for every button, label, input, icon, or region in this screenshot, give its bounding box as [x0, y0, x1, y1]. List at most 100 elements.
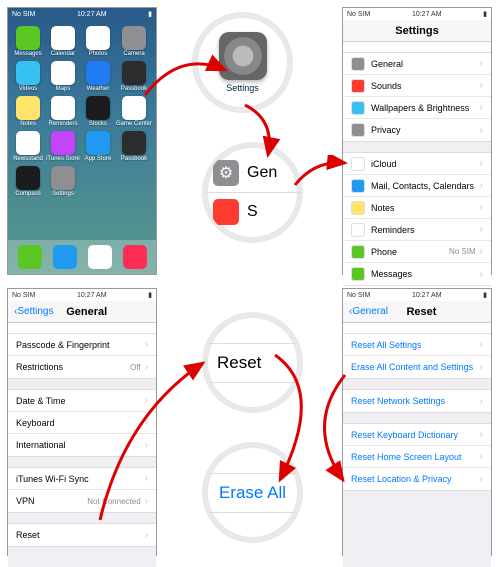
phone-settings: No SIM 10:27 AM ▮ Settings General›Sound… [342, 7, 492, 275]
row-reset-location-privacy[interactable]: Reset Location & Privacy› [343, 468, 491, 490]
app-icon [86, 61, 110, 85]
status-bar: No SIM 10:27 AM ▮ [8, 8, 156, 20]
row-notes[interactable]: Notes› [343, 197, 491, 219]
row-vpn[interactable]: VPNNot Connected› [8, 490, 156, 512]
row-label: Reset [16, 530, 145, 540]
chevron-right-icon: › [145, 440, 148, 451]
app-videos[interactable]: Videos [12, 61, 44, 92]
row-reset-network-settings[interactable]: Reset Network Settings› [343, 390, 491, 412]
general-group-2: Date & Time›Keyboard›International› [8, 389, 156, 457]
row-icloud[interactable]: iCloud› [343, 153, 491, 175]
dock-safari[interactable] [88, 245, 112, 269]
dock-mail[interactable] [53, 245, 77, 269]
app-icon [51, 166, 75, 190]
dock-phone[interactable] [18, 245, 42, 269]
app-reminders[interactable]: Reminders [46, 96, 80, 127]
settings-list: General›Sounds›Wallpapers & Brightness›P… [343, 52, 491, 286]
row-international[interactable]: International› [8, 434, 156, 456]
row-label: Messages [371, 269, 480, 279]
row-value: No SIM [449, 247, 476, 256]
row-reset-home-screen-layout[interactable]: Reset Home Screen Layout› [343, 446, 491, 468]
app-label: Passbook [121, 86, 147, 92]
app-messages[interactable]: Messages [12, 26, 44, 57]
app-calendar[interactable]: Calendar [46, 26, 80, 57]
app-compass[interactable]: Compass [12, 166, 44, 197]
row-icon [351, 267, 365, 281]
app-weather[interactable]: Weather [82, 61, 114, 92]
row-label: International [16, 440, 145, 450]
chevron-right-icon: › [480, 202, 483, 213]
settings-group-1: General›Sounds›Wallpapers & Brightness›P… [343, 52, 491, 142]
row-value: Off [130, 363, 141, 372]
app-label: Stocks [89, 121, 107, 127]
row-messages[interactable]: Messages› [343, 263, 491, 285]
row-label-partial: S [247, 203, 258, 221]
chevron-right-icon: › [480, 362, 483, 373]
row-reset-keyboard-dictionary[interactable]: Reset Keyboard Dictionary› [343, 424, 491, 446]
chevron-right-icon: › [480, 429, 483, 440]
phone-general: No SIM 10:27 AM ▮ ‹ Settings General Pas… [7, 288, 157, 556]
navbar: Settings [343, 20, 491, 42]
app-label: Reminders [48, 121, 77, 127]
app-icon [122, 96, 146, 120]
row-keyboard[interactable]: Keyboard› [8, 412, 156, 434]
dock-music[interactable] [123, 245, 147, 269]
app-notes[interactable]: Notes [12, 96, 44, 127]
status-bar: No SIM 10:27 AM ▮ [343, 289, 491, 301]
app-newsstand[interactable]: Newsstand [12, 131, 44, 162]
row-restrictions[interactable]: RestrictionsOff› [8, 356, 156, 378]
general-group-1: Passcode & Fingerprint›RestrictionsOff› [8, 333, 156, 379]
gear-icon [219, 32, 267, 80]
chevron-right-icon: › [480, 339, 483, 350]
row-general[interactable]: General› [343, 53, 491, 75]
zoom-reset-row: Reset [205, 315, 300, 410]
chevron-right-icon: › [145, 530, 148, 541]
row-mail-contacts-calendars[interactable]: Mail, Contacts, Calendars› [343, 175, 491, 197]
row-reset-all-settings[interactable]: Reset All Settings› [343, 334, 491, 356]
nav-title: Settings [349, 25, 485, 37]
app-game-center[interactable]: Game Center [116, 96, 152, 127]
app-label: Settings [52, 191, 74, 197]
zoom-general-row: ⚙ Gen S [205, 145, 300, 240]
row-reset[interactable]: Reset› [8, 524, 156, 546]
row-icon [351, 79, 365, 93]
row-sounds[interactable]: Sounds› [343, 75, 491, 97]
chevron-right-icon: › [480, 102, 483, 113]
chevron-right-icon: › [480, 125, 483, 136]
app-camera[interactable]: Camera [116, 26, 152, 57]
row-wallpapers-brightness[interactable]: Wallpapers & Brightness› [343, 97, 491, 119]
app-maps[interactable]: Maps [46, 61, 80, 92]
general-list: Passcode & Fingerprint›RestrictionsOff› … [8, 333, 156, 567]
app-passbook[interactable]: Passbook [116, 61, 152, 92]
app-settings[interactable]: Settings [46, 166, 80, 197]
carrier: No SIM [347, 292, 370, 299]
app-icon [16, 61, 40, 85]
row-itunes-wi-fi-sync[interactable]: iTunes Wi-Fi Sync› [8, 468, 156, 490]
app-icon [86, 96, 110, 120]
app-label: Calendar [51, 51, 75, 57]
row-date-time[interactable]: Date & Time› [8, 390, 156, 412]
app-itunes-store[interactable]: iTunes Store [46, 131, 80, 162]
row-passcode-fingerprint[interactable]: Passcode & Fingerprint› [8, 334, 156, 356]
row-icon [351, 245, 365, 259]
navbar: ‹ Settings General [8, 301, 156, 323]
app-label: iTunes Store [46, 156, 80, 162]
row-icon [351, 157, 365, 171]
chevron-right-icon: › [480, 396, 483, 407]
row-icon [351, 101, 365, 115]
app-app-store[interactable]: App Store [82, 131, 114, 162]
app-passbook[interactable]: Passbook [116, 131, 152, 162]
app-photos[interactable]: Photos [82, 26, 114, 57]
app-icon [122, 61, 146, 85]
time: 10:27 AM [77, 11, 107, 18]
zoom-settings-icon: Settings [195, 15, 290, 110]
row-erase-all-content-and-settings[interactable]: Erase All Content and Settings› [343, 356, 491, 378]
row-label: Phone [371, 247, 449, 257]
app-stocks[interactable]: Stocks [82, 96, 114, 127]
row-reminders[interactable]: Reminders› [343, 219, 491, 241]
row-privacy[interactable]: Privacy› [343, 119, 491, 141]
row-phone[interactable]: PhoneNo SIM› [343, 241, 491, 263]
time: 10:27 AM [412, 292, 442, 299]
app-icon [16, 96, 40, 120]
settings-group-2: iCloud›Mail, Contacts, Calendars›Notes›R… [343, 152, 491, 286]
